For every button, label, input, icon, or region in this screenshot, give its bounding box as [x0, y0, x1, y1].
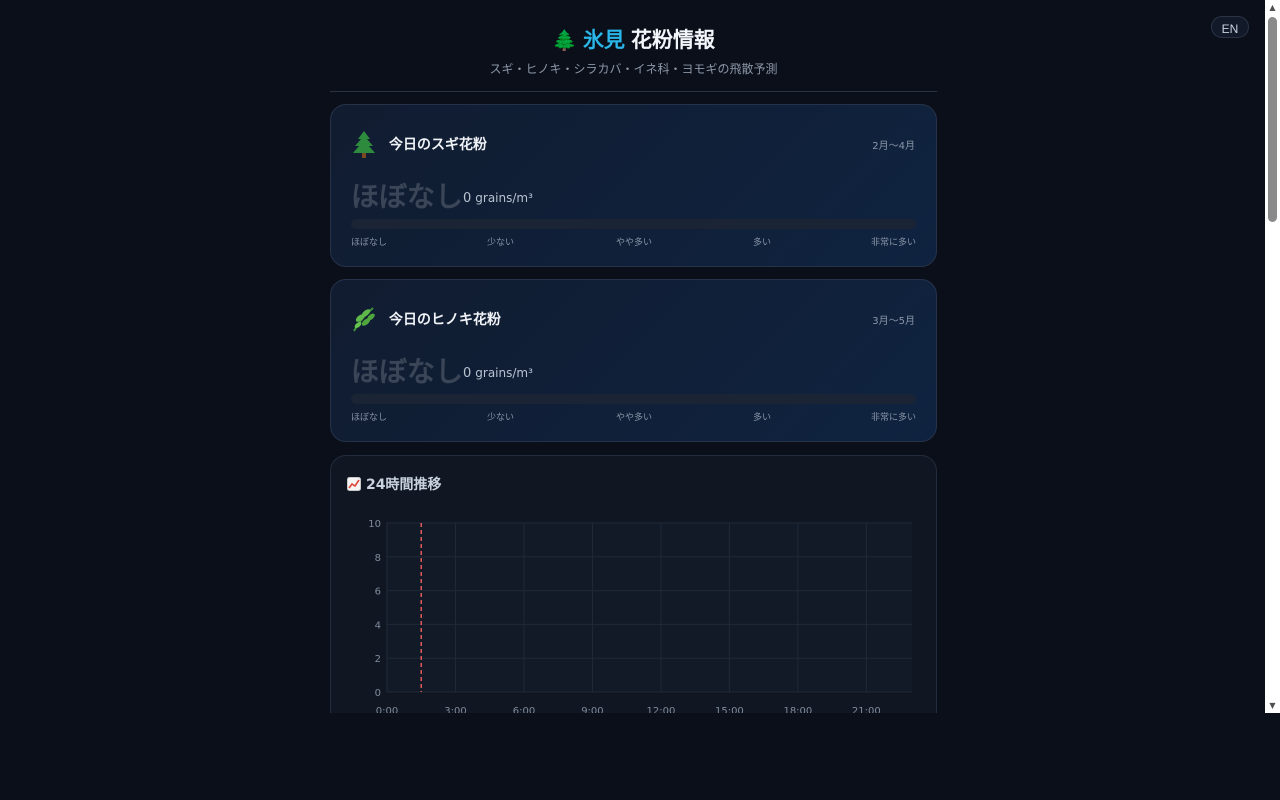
page-subtitle: スギ・ヒノキ・シラカバ・イネ科・ヨモギの飛散予測	[489, 62, 778, 76]
pollen-count: 0 grains/m³	[463, 191, 533, 206]
scale-label: 少ない	[487, 238, 515, 248]
vertical-scrollbar[interactable]: ▲ ▼	[1265, 0, 1280, 713]
pollen-level-bar	[351, 219, 916, 229]
page-bottom	[0, 713, 1280, 800]
pollen-count-unit: grains/m³	[475, 191, 533, 205]
pollen-level-label: ほぼなし	[351, 180, 464, 213]
page-header: 🌲 氷見 花粉情報 スギ・ヒノキ・シラカバ・イネ科・ヨモギの飛散予測	[330, 24, 937, 77]
pollen-count: 0 grains/m³	[463, 366, 533, 381]
x-tick-label: 6:00	[513, 706, 535, 713]
card-title: 今日のスギ花粉	[389, 137, 487, 153]
y-tick-label: 0	[375, 688, 381, 699]
pollen-count-value: 0	[463, 191, 472, 206]
header-divider	[330, 91, 937, 92]
herb-leaf-icon	[353, 307, 375, 332]
page-viewport: 🌲 氷見 花粉情報 スギ・ヒノキ・シラカバ・イネ科・ヨモギの飛散予測 今日のスギ花粉…	[0, 0, 1280, 713]
x-tick-label: 0:00	[376, 706, 398, 713]
scale-label: 多い	[753, 413, 772, 423]
scrollbar-thumb[interactable]	[1268, 17, 1277, 222]
title-text: 花粉情報	[630, 28, 715, 52]
scale-label: やや多い	[616, 238, 653, 248]
level-scale: ほぼなし 少ない やや多い 多い 非常に多い	[351, 410, 916, 424]
pollen-level-bar	[351, 394, 916, 404]
x-tick-label: 12:00	[646, 706, 675, 713]
y-tick-label: 10	[368, 519, 381, 530]
y-tick-label: 4	[375, 620, 381, 631]
pollen-count-value: 0	[463, 366, 472, 381]
scale-label: ほぼなし	[351, 413, 388, 423]
scroll-up-arrow-icon[interactable]: ▲	[1265, 0, 1280, 15]
hinoki-pollen-card: 今日のヒノキ花粉 3月〜5月 ほぼなし 0 grains/m³ ほぼなし 少ない …	[330, 279, 937, 442]
level-scale: ほぼなし 少ない やや多い 多い 非常に多い	[351, 235, 916, 249]
trend-chart: 0 2 4 6 8 10 0:00 3:00 6:00 9:00 12:00 15:00 18:00 21…	[368, 519, 912, 713]
page-title: 🌲 氷見 花粉情報	[330, 24, 937, 56]
scale-label: 非常に多い	[870, 413, 916, 423]
sugi-pollen-card: 今日のスギ花粉 2月〜4月 ほぼなし 0 grains/m³ ほぼなし 少ない や…	[330, 104, 937, 267]
scale-label: 多い	[753, 238, 772, 248]
pollen-count-unit: grains/m³	[475, 366, 533, 380]
city-name: 氷見	[582, 28, 625, 52]
y-tick-label: 6	[375, 587, 381, 598]
language-toggle-button[interactable]: EN	[1211, 16, 1249, 38]
pollen-level-label: ほぼなし	[351, 355, 464, 388]
plot-area	[387, 523, 912, 692]
x-tick-label: 18:00	[783, 706, 812, 713]
season-range: 2月〜4月	[872, 141, 915, 152]
evergreen-tree-icon	[353, 131, 375, 158]
card-title: 今日のヒノキ花粉	[389, 312, 501, 328]
scale-label: 非常に多い	[870, 238, 916, 248]
season-range: 3月〜5月	[872, 316, 915, 327]
scale-label: 少ない	[487, 413, 515, 423]
hourly-trend-card: 24時間推移 0 2 4 6 8 10 0:00 3:00 6:00 9:00 12:00 15:00…	[330, 455, 937, 713]
x-tick-label: 9:00	[581, 706, 603, 713]
scale-label: ほぼなし	[351, 238, 388, 248]
y-tick-label: 2	[375, 654, 381, 665]
scale-label: やや多い	[616, 413, 653, 423]
evergreen-tree-icon: 🌲	[552, 28, 577, 52]
x-tick-label: 3:00	[444, 706, 466, 713]
x-tick-label: 21:00	[852, 706, 881, 713]
scroll-down-arrow-icon[interactable]: ▼	[1265, 698, 1280, 713]
y-tick-label: 8	[375, 553, 381, 564]
x-tick-label: 15:00	[715, 706, 744, 713]
